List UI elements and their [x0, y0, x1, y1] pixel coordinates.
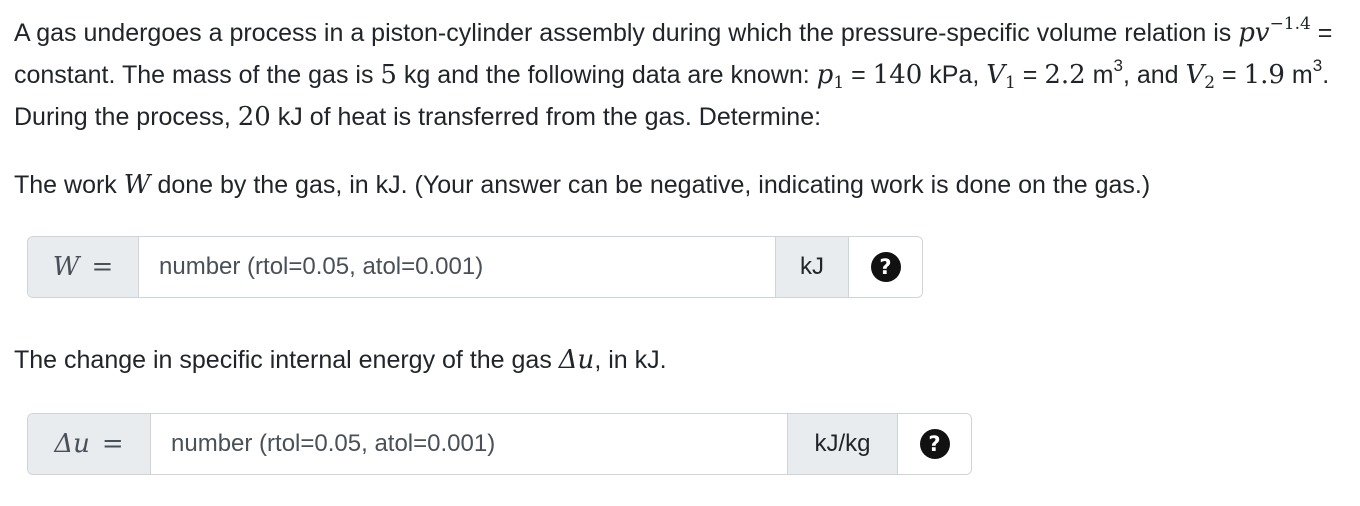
p1-symbol-base: p [816, 60, 834, 90]
delta-u-symbol: Δu [558, 345, 595, 375]
problem-statement: A gas undergoes a process in a piston-cy… [14, 12, 1344, 206]
problem-text-part: m [1284, 61, 1313, 89]
energy-label-symbol: Δu [54, 429, 90, 459]
p1-value: 140 [872, 60, 923, 90]
p1-symbol-sub: 1 [833, 73, 845, 93]
heat-value: 20 [237, 102, 271, 132]
v1-symbol: V1 [986, 60, 1016, 93]
question-text-part: The change in specific internal energy o… [14, 346, 559, 374]
v1-symbol-base: V [986, 60, 1005, 90]
v2-unit-exponent: 3 [1312, 56, 1323, 75]
v1-value: 2.2 [1044, 60, 1086, 90]
problem-text-part: m [1085, 61, 1114, 89]
v2-symbol-base: V [1185, 60, 1205, 90]
question-energy-block: The change in specific internal energy o… [14, 339, 1344, 381]
mass-value: 5 [380, 60, 397, 90]
problem-text-part: kPa, [922, 61, 987, 89]
work-help-button[interactable]: ? [848, 237, 922, 297]
question-circle-icon: ? [919, 429, 950, 459]
question-work-text: The work W done by the gas, in kJ. (Your… [14, 164, 1344, 206]
energy-label-equals: = [101, 429, 124, 459]
question-text-part: The work [14, 171, 124, 199]
problem-text-part: kg and the following data are known: [396, 61, 817, 89]
energy-unit-label: kJ/kg [787, 414, 897, 474]
problem-text-part: = [1215, 61, 1244, 89]
work-label-equals: = [91, 252, 114, 282]
v1-unit-exponent: 3 [1113, 56, 1123, 75]
question-circle-icon: ? [870, 252, 901, 282]
work-answer-label: W = [28, 237, 139, 297]
relation-base: pv [1238, 18, 1270, 48]
relation-exponent: −1.4 [1269, 14, 1311, 34]
v1-symbol-sub: 1 [1005, 73, 1016, 93]
energy-answer-label: Δu = [28, 414, 151, 474]
work-answer-input[interactable] [139, 237, 775, 297]
problem-text-part: kJ of heat is transferred from the gas. … [270, 103, 822, 131]
work-unit-label: kJ [775, 237, 848, 297]
p1-symbol: p1 [816, 60, 845, 93]
work-answer-group: W= kJ ? [27, 236, 923, 298]
problem-text: A gas undergoes a process in a piston-cy… [14, 12, 1344, 138]
v2-value: 1.9 [1243, 60, 1285, 90]
work-label-symbol: W [52, 252, 80, 282]
question-energy-text: The change in specific internal energy o… [14, 339, 1344, 381]
work-symbol: W [123, 170, 151, 200]
problem-text-part: A gas undergoes a process in a piston-cy… [14, 19, 1239, 47]
energy-help-button[interactable]: ? [897, 414, 971, 474]
v2-symbol-sub: 2 [1204, 73, 1216, 93]
energy-answer-input[interactable] [151, 414, 787, 474]
problem-text-part: = [1015, 61, 1045, 89]
relation-expression: pv−1.4 [1238, 16, 1311, 49]
problem-text-part: , and [1122, 61, 1186, 89]
problem-text-part: = [844, 61, 873, 89]
v2-symbol: V2 [1185, 60, 1216, 93]
question-text-part: , in kJ. [594, 346, 667, 374]
energy-answer-group: Δu = kJ/kg ? [27, 413, 972, 475]
question-text-part: done by the gas, in kJ. (Your answer can… [150, 171, 1151, 199]
